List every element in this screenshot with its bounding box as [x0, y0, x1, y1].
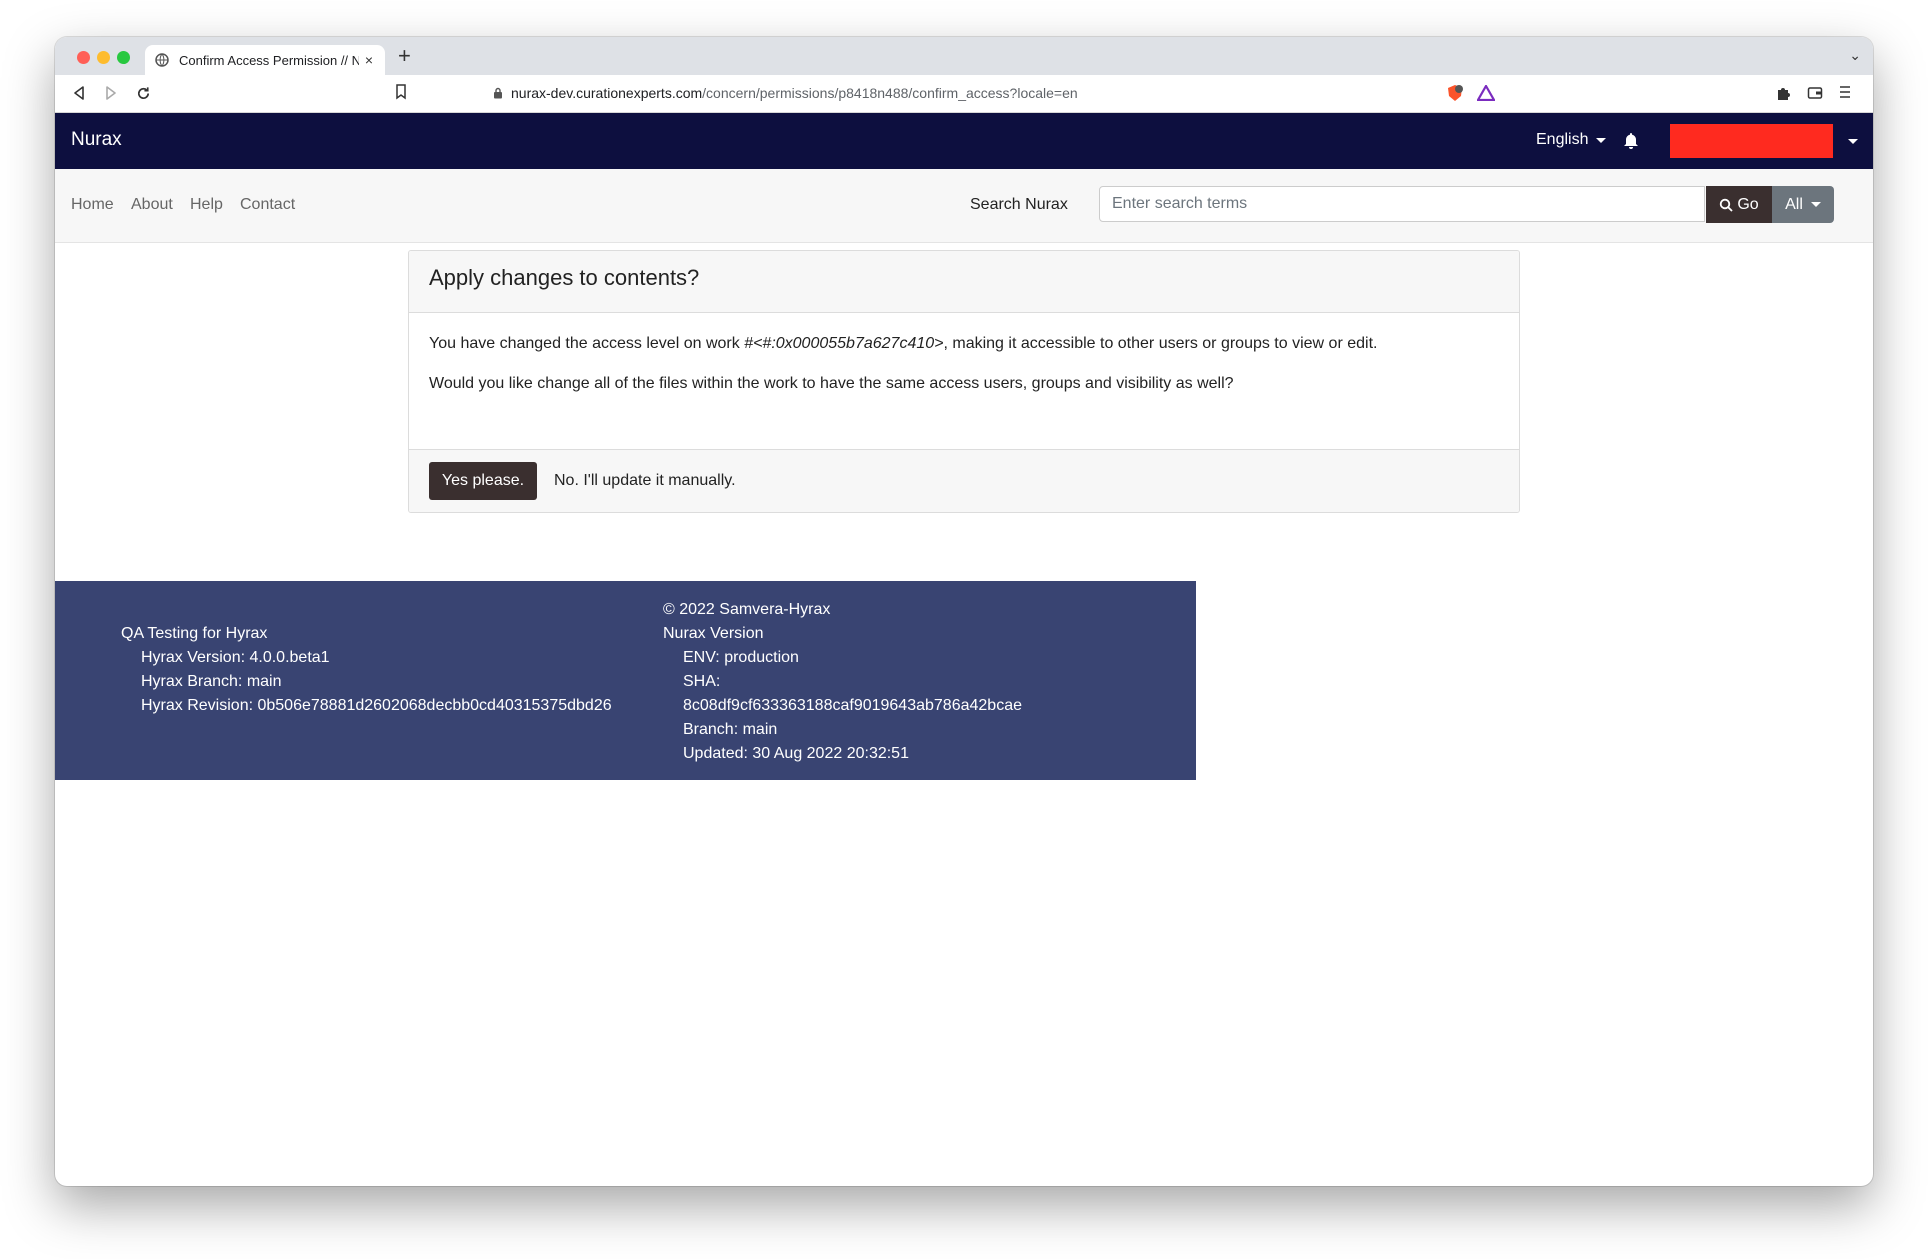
footer-env: ENV: production	[683, 649, 799, 666]
bookmark-icon[interactable]	[395, 84, 407, 105]
message-after: , making it accessible to other users or…	[943, 335, 1378, 352]
nav-link-about[interactable]: About	[131, 196, 173, 214]
url-host: nurax-dev.curationexperts.com	[511, 85, 703, 101]
minimize-window-button[interactable]	[97, 51, 110, 64]
caret-down-icon	[1810, 202, 1821, 207]
work-id: #<#:0x000055b7a627c410>	[744, 335, 944, 352]
search-icon	[1719, 198, 1733, 212]
confirm-access-card: Apply changes to contents? You have chan…	[408, 250, 1520, 513]
footer-copyright: © 2022 Samvera-Hyrax	[663, 601, 831, 618]
language-label: English	[1536, 131, 1589, 148]
lock-icon	[493, 87, 503, 99]
user-menu-caret-icon[interactable]	[1848, 139, 1858, 144]
update-manually-link[interactable]: No. I'll update it manually.	[554, 472, 736, 490]
access-change-message: You have changed the access level on wor…	[429, 335, 1377, 353]
apply-question: Would you like change all of the files w…	[429, 375, 1234, 392]
message-before: You have changed the access level on wor…	[429, 335, 745, 352]
search-scope-label: All	[1785, 195, 1803, 213]
nav-link-contact[interactable]: Contact	[240, 196, 295, 214]
caret-down-icon	[1596, 137, 1607, 143]
tab-close-icon[interactable]: ×	[359, 52, 379, 68]
secondary-nav: Home About Help Contact Search Nurax Go …	[55, 169, 1873, 243]
tab-title: Confirm Access Permission // N	[179, 52, 359, 68]
brand-logo[interactable]: Nurax	[71, 129, 122, 151]
yes-please-button[interactable]: Yes please.	[429, 462, 537, 500]
reload-icon[interactable]	[133, 83, 153, 103]
footer-sha-value: 8c08df9cf633363188caf9019643ab786a42bcae	[683, 697, 1022, 714]
close-window-button[interactable]	[77, 51, 90, 64]
footer-hyrax-version: Hyrax Version: 4.0.0.beta1	[141, 649, 330, 666]
footer-qa-heading: QA Testing for Hyrax	[121, 625, 268, 642]
tab-strip: Confirm Access Permission // N × + ⌄	[55, 37, 1873, 75]
new-tab-button[interactable]: +	[398, 43, 411, 69]
footer-nurax-heading: Nurax Version	[663, 625, 764, 642]
extensions-puzzle-icon[interactable]	[1775, 85, 1791, 106]
search-input[interactable]	[1099, 186, 1705, 222]
footer-updated: Updated: 30 Aug 2022 20:32:51	[683, 745, 909, 762]
language-dropdown[interactable]: English	[1536, 131, 1607, 149]
card-title: Apply changes to contents?	[429, 265, 700, 290]
footer-sha-label: SHA:	[683, 673, 721, 690]
footer-branch: Branch: main	[683, 721, 778, 738]
browser-toolbar: nurax-dev.curationexperts.com/concern/pe…	[55, 75, 1873, 113]
back-icon[interactable]	[69, 83, 89, 103]
forward-icon[interactable]	[101, 83, 121, 103]
browser-window: Confirm Access Permission // N × + ⌄ nur…	[55, 37, 1873, 1186]
card-header: Apply changes to contents?	[409, 251, 1519, 313]
wallet-icon[interactable]	[1807, 85, 1823, 106]
site-navbar: Nurax English	[55, 113, 1873, 169]
address-bar[interactable]: nurax-dev.curationexperts.com/concern/pe…	[425, 79, 1505, 107]
globe-icon	[155, 53, 169, 67]
url-path: /concern/permissions/p8418n488/confirm_a…	[702, 85, 1078, 101]
user-menu-redacted[interactable]	[1670, 124, 1833, 158]
footer-hyrax-branch: Hyrax Branch: main	[141, 673, 282, 690]
search-go-label: Go	[1737, 195, 1759, 213]
menu-icon[interactable]	[1839, 85, 1851, 104]
nav-link-help[interactable]: Help	[190, 196, 223, 214]
notifications-bell-icon[interactable]	[1623, 132, 1639, 155]
tab-search-chevron-icon[interactable]: ⌄	[1849, 47, 1861, 64]
search-scope-dropdown[interactable]: All	[1772, 186, 1834, 223]
brave-rewards-icon[interactable]	[1476, 83, 1496, 106]
brave-shield-icon[interactable]	[1445, 83, 1465, 108]
browser-tab[interactable]: Confirm Access Permission // N ×	[145, 45, 385, 75]
search-go-button[interactable]: Go	[1706, 186, 1772, 223]
maximize-window-button[interactable]	[117, 51, 130, 64]
site-footer: QA Testing for Hyrax Hyrax Version: 4.0.…	[55, 581, 1196, 780]
card-footer: Yes please. No. I'll update it manually.	[409, 449, 1519, 512]
search-label: Search Nurax	[970, 196, 1068, 213]
footer-hyrax-revision: Hyrax Revision: 0b506e78881d2602068decbb…	[141, 697, 612, 714]
nav-link-home[interactable]: Home	[71, 196, 114, 214]
